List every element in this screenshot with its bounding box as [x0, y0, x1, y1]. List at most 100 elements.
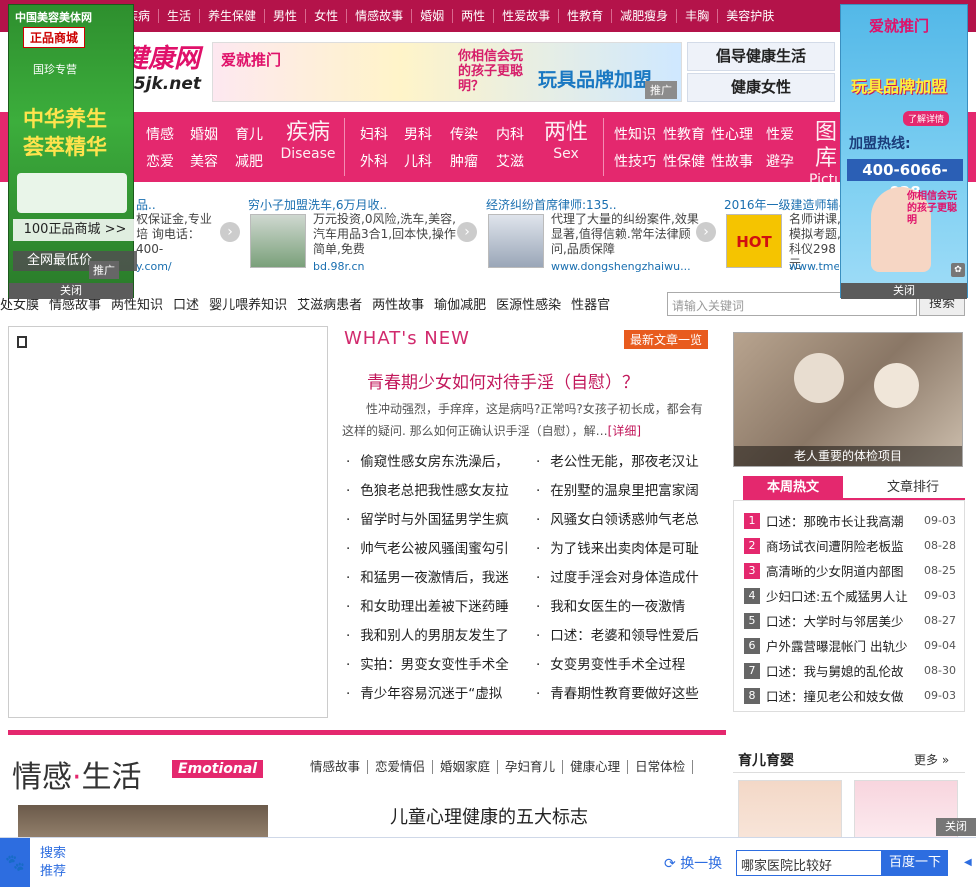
baidu-search-button[interactable]: 百度一下: [882, 850, 948, 876]
hot-tag-link[interactable]: 医源性感染: [496, 294, 561, 313]
hot-badge-thumbnail[interactable]: HOT: [726, 214, 782, 268]
ranking-item[interactable]: 1 口述：那晚市长让我高潮 09-03: [744, 508, 956, 533]
hot-tag-link[interactable]: 两性故事: [372, 294, 424, 313]
category-link[interactable]: 恋爱: [146, 151, 174, 171]
refresh-button[interactable]: ⟳ 换一换: [664, 853, 722, 873]
ad-title[interactable]: 经济纠纷首席律师:135..: [486, 196, 617, 213]
news-list-item[interactable]: 帅气老公被风骚闺蜜勾引: [346, 539, 526, 568]
news-list-item[interactable]: 青少年容易沉迷于“虚拟: [346, 684, 526, 713]
category-link[interactable]: 性心理: [711, 124, 753, 144]
top-banner-ad[interactable]: 爱就推门 你相信会玩的孩子更聪明？ 玩具品牌加盟 推广: [212, 42, 682, 102]
news-list-item[interactable]: 风骚女白领诱惑帅气老总: [536, 510, 716, 539]
section-category-link[interactable]: 婚姻家庭: [433, 760, 499, 774]
news-list-item[interactable]: 青春期性教育要做好这些: [536, 684, 716, 713]
top-nav-item[interactable]: 减肥瘦身: [612, 9, 678, 23]
news-list-item[interactable]: 和猛男一夜激情后，我迷: [346, 568, 526, 597]
hot-tag-link[interactable]: 口述: [173, 294, 199, 313]
rank-title[interactable]: 少妇口述:五个威猛男人让: [766, 586, 920, 605]
headline-link[interactable]: 青春期少女如何对待手淫（自慰）？: [367, 368, 639, 393]
latest-articles-button[interactable]: 最新文章一览: [624, 330, 709, 349]
section-category-link[interactable]: 恋爱情侣: [368, 760, 434, 774]
ad-title[interactable]: 品..: [136, 196, 156, 213]
category-link[interactable]: 男科: [404, 124, 432, 144]
news-list-item[interactable]: 过度手淫会对身体造成什: [536, 568, 716, 597]
ranking-item[interactable]: 8 口述：撞见老公和妓女做 09-03: [744, 683, 956, 708]
tab-weekly-hot[interactable]: 本周热文: [743, 476, 843, 500]
news-list-item[interactable]: 和女助理出差被下迷药睡: [346, 597, 526, 626]
category-link[interactable]: 肿瘤: [450, 151, 478, 171]
news-list-item[interactable]: 色狼老总把我性感女友拉: [346, 481, 526, 510]
category-link[interactable]: 性爱: [766, 124, 794, 144]
top-nav-item[interactable]: 男性: [265, 9, 307, 23]
ad-thumbnail[interactable]: [488, 214, 544, 268]
site-logo[interactable]: 健康网 35jk.net: [122, 44, 210, 94]
chevron-right-icon[interactable]: ›: [220, 222, 240, 242]
text-ad-3[interactable]: 经济纠纷首席律师:135.. 代理了大量的纠纷案件,效果显著,值得信赖.常年法律…: [486, 192, 718, 276]
read-more-link[interactable]: [详细]: [608, 424, 641, 438]
slogan-link-2[interactable]: 健康女性: [687, 73, 835, 102]
category-link[interactable]: 性技巧: [614, 151, 656, 171]
rank-title[interactable]: 口述：我与舅媳的乱伦故: [766, 661, 920, 680]
ranking-item[interactable]: 6 户外露营曝混帐门 出轨少 09-04: [744, 633, 956, 658]
category-link[interactable]: 育儿: [235, 124, 263, 144]
top-nav-item[interactable]: 性爱故事: [494, 9, 560, 23]
category-link[interactable]: 避孕: [766, 151, 794, 171]
rank-title[interactable]: 口述：大学时与邻居美少: [766, 611, 920, 630]
news-list-item[interactable]: 偷窥性感女房东洗澡后，: [346, 452, 526, 481]
top-nav-item[interactable]: 美容护肤: [718, 9, 782, 23]
ranking-item[interactable]: 2 商场试衣间遭阴险老板监 08-28: [744, 533, 956, 558]
category-link[interactable]: 外科: [360, 151, 388, 171]
feature-photo[interactable]: 老人重要的体检项目: [733, 332, 963, 467]
ad-title[interactable]: 2016年一级建造师辅导: [724, 196, 851, 213]
section-category-link[interactable]: 情感故事: [310, 760, 369, 774]
parenting-more-link[interactable]: 更多 »: [914, 751, 949, 768]
category-link[interactable]: 减肥: [235, 151, 263, 171]
ranking-item[interactable]: 3 高清晰的少女阴道内部图 08-25: [744, 558, 956, 583]
ad-title[interactable]: 穷小子加盟洗车,6万月收..: [248, 196, 387, 213]
category-big-disease[interactable]: 疾病 Disease: [276, 120, 340, 162]
hot-tag-link[interactable]: 瑜伽减肥: [434, 294, 486, 313]
news-list-item[interactable]: 为了钱来出卖肉体是可耻: [536, 539, 716, 568]
category-link[interactable]: 性教育: [663, 124, 705, 144]
top-nav-item[interactable]: 两性: [453, 9, 495, 23]
news-list-item[interactable]: 我和女医生的一夜激情: [536, 597, 716, 626]
top-nav-item[interactable]: 情感故事: [347, 9, 413, 23]
close-button[interactable]: 关闭: [841, 283, 967, 299]
news-list-item[interactable]: 实拍：男变女变性手术全: [346, 655, 526, 684]
category-link[interactable]: 性故事: [711, 151, 753, 171]
text-ad-2[interactable]: 穷小子加盟洗车,6万月收.. 万元投资,0风险,洗车,美容,汽车用品3合1,回本…: [248, 192, 478, 276]
ad-details-button[interactable]: 了解详情: [903, 111, 950, 126]
section-headline[interactable]: 儿童心理健康的五大标志: [390, 803, 588, 829]
top-nav-item[interactable]: 丰胸: [677, 9, 719, 23]
section-category-link[interactable]: 孕妇育儿: [498, 760, 564, 774]
bottom-bar-close-button[interactable]: 关闭: [936, 818, 976, 836]
ranking-item[interactable]: 5 口述：大学时与邻居美少 08-27: [744, 608, 956, 633]
close-button[interactable]: 关闭: [9, 283, 133, 299]
news-list-item[interactable]: 在别墅的温泉里把富家阔: [536, 481, 716, 510]
tab-article-rank[interactable]: 文章排行: [873, 476, 953, 500]
chevron-right-icon[interactable]: ›: [457, 222, 477, 242]
ranking-item[interactable]: 4 少妇口述:五个威猛男人让 09-03: [744, 583, 956, 608]
category-link[interactable]: 婚姻: [190, 124, 218, 144]
text-ad-4[interactable]: 2016年一级建造师辅导 HOT 名师讲课, 模拟考题, 科仪298元 www.…: [724, 192, 851, 276]
ad-mall-link[interactable]: 100正品商城 >>: [13, 219, 137, 241]
hot-tag-link[interactable]: 艾滋病患者: [297, 294, 362, 313]
rank-title[interactable]: 口述：那晚市长让我高潮: [766, 511, 920, 530]
news-list-item[interactable]: 口述：老婆和领导性爱后: [536, 626, 716, 655]
left-float-ad[interactable]: 中国美容美体网 正品商城 国珍专营 中华养生荟萃精华 100正品商城 >> 全网…: [8, 4, 137, 299]
photo-caption[interactable]: 老人重要的体检项目: [734, 446, 962, 466]
rank-title[interactable]: 口述：撞见老公和妓女做: [766, 686, 920, 705]
paw-icon[interactable]: 🐾: [0, 838, 30, 887]
news-list-item[interactable]: 留学时与外国猛男学生疯: [346, 510, 526, 539]
section-category-link[interactable]: 日常体检: [628, 760, 694, 774]
collapse-arrow-icon[interactable]: ◀: [964, 857, 972, 868]
top-nav-item[interactable]: 生活: [159, 9, 201, 23]
section-category-link[interactable]: 健康心理: [563, 760, 629, 774]
news-list-item[interactable]: 老公性无能，那夜老汉让: [536, 452, 716, 481]
category-link[interactable]: 儿科: [404, 151, 432, 171]
top-nav-item[interactable]: 女性: [306, 9, 348, 23]
top-nav-item[interactable]: 性教育: [559, 9, 613, 23]
ad-thumbnail[interactable]: [250, 214, 306, 268]
category-link[interactable]: 性保健: [663, 151, 705, 171]
hot-tag-link[interactable]: 婴儿喂养知识: [209, 294, 287, 313]
